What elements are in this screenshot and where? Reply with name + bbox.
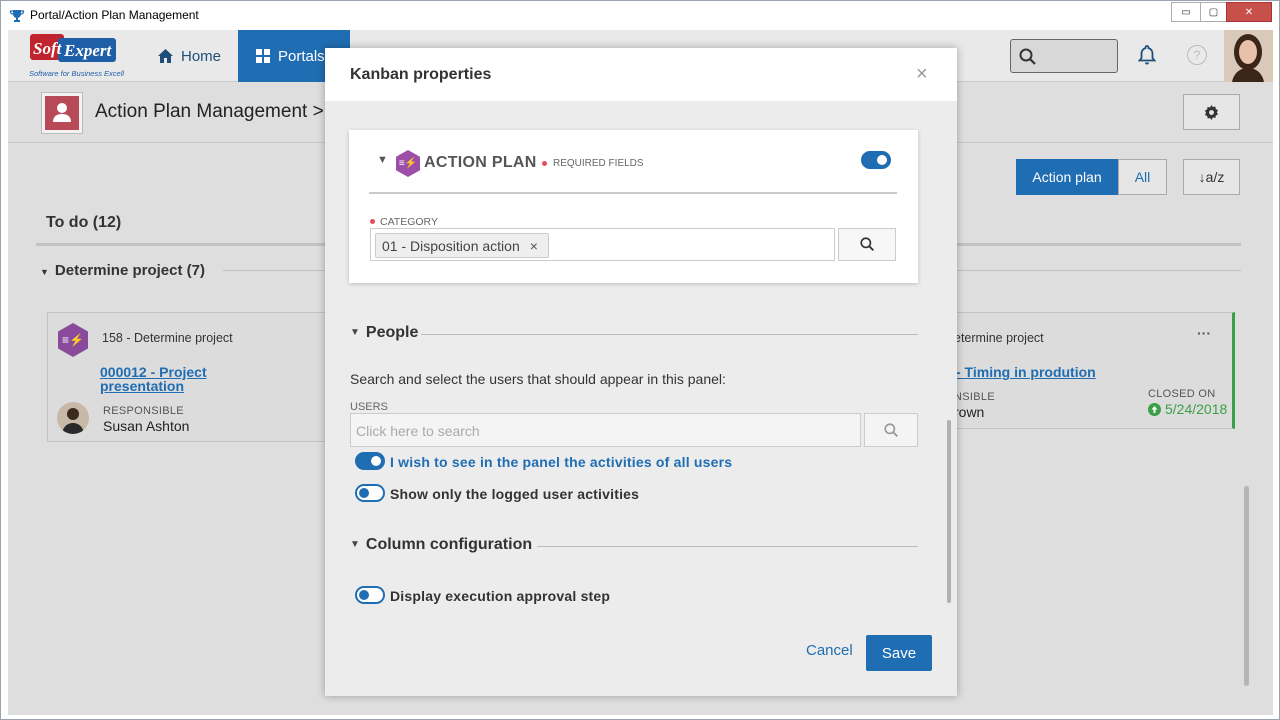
kanban-properties-dialog: Kanban properties × ▼ ≡⚡ ACTION PLAN REQ…: [325, 48, 957, 696]
column-config-divider: [537, 546, 918, 547]
app-window: Portal/Action Plan Management ▭ ▢ ✕ Soft…: [0, 0, 1280, 720]
logged-user-toggle[interactable]: [355, 484, 385, 502]
users-search-input[interactable]: Click here to search: [350, 413, 861, 447]
close-icon[interactable]: ×: [916, 64, 928, 84]
panel-title: ACTION PLAN: [424, 154, 537, 171]
column-config-section-header[interactable]: ▼ Column configuration: [350, 536, 532, 554]
users-search-button[interactable]: [864, 413, 918, 447]
category-field[interactable]: 01 - Disposition action ×: [370, 228, 835, 261]
all-users-toggle[interactable]: [355, 452, 385, 470]
column-config-section-title: Column configuration: [365, 536, 533, 553]
dialog-header: Kanban properties ×: [325, 48, 957, 101]
cancel-button[interactable]: Cancel: [806, 642, 853, 659]
dialog-scrollbar[interactable]: [947, 420, 951, 603]
required-fields-note: REQUIRED FIELDS: [542, 158, 644, 169]
save-button[interactable]: Save: [866, 635, 932, 671]
people-section-header[interactable]: ▼ People: [350, 324, 418, 342]
category-search-button[interactable]: [838, 228, 896, 261]
action-plan-panel: ▼ ≡⚡ ACTION PLAN REQUIRED FIELDS CATEGOR…: [349, 130, 918, 283]
action-plan-toggle[interactable]: [861, 151, 891, 169]
people-divider: [421, 334, 918, 335]
chip-remove-icon[interactable]: ×: [530, 238, 538, 254]
action-plan-icon: ≡⚡: [396, 150, 420, 177]
collapse-caret-icon[interactable]: ▼: [377, 154, 388, 166]
logged-user-toggle-label: Show only the logged user activities: [390, 486, 640, 502]
panel-divider: [369, 192, 897, 194]
category-label: CATEGORY: [370, 216, 438, 228]
search-icon: [859, 237, 874, 251]
approval-step-toggle-label: Display execution approval step: [390, 588, 611, 604]
dialog-title: Kanban properties: [350, 66, 492, 83]
users-label: USERS: [350, 401, 388, 413]
approval-step-toggle[interactable]: [355, 586, 385, 604]
people-section-title: People: [365, 324, 419, 341]
people-description: Search and select the users that should …: [350, 371, 726, 387]
category-chip-label: 01 - Disposition action: [382, 237, 520, 254]
search-icon: [883, 422, 898, 437]
all-users-toggle-label: I wish to see in the panel the activitie…: [390, 454, 733, 470]
category-chip: 01 - Disposition action ×: [375, 233, 549, 258]
